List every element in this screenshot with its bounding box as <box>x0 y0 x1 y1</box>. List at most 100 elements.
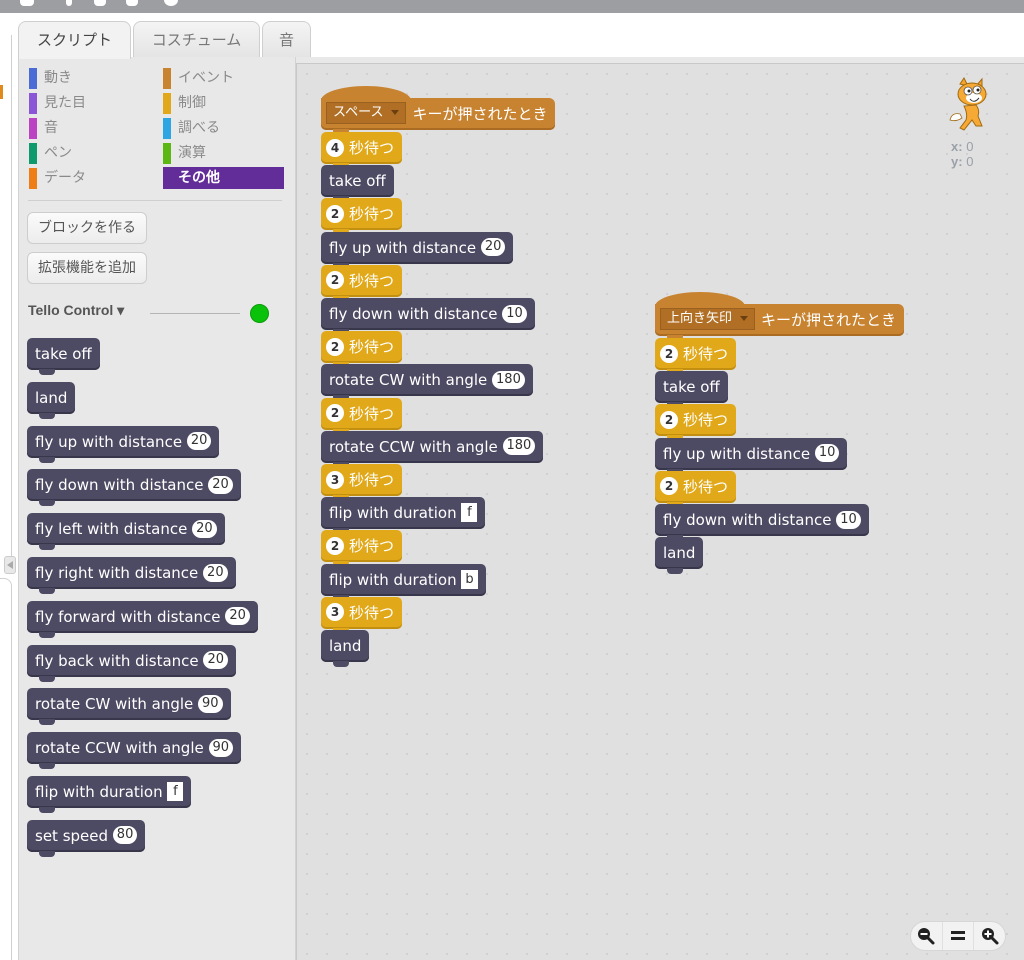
palette-block[interactable]: fly up with distance 20 <box>27 425 220 463</box>
make-block-button[interactable]: ブロックを作る <box>27 212 147 244</box>
drone-command-block[interactable]: take off <box>655 371 728 409</box>
palette-block[interactable]: take off <box>27 338 100 375</box>
wait-block[interactable]: 2 秒待つ <box>321 331 403 369</box>
drone-command-block[interactable]: rotate CW with angle 180 <box>321 364 533 402</box>
zoom-reset-button[interactable] <box>943 922 975 950</box>
tab-sounds[interactable]: 音 <box>262 21 311 58</box>
wait-block[interactable]: 2 秒待つ <box>655 338 737 375</box>
extension-title[interactable]: Tello Control ▾ <box>28 302 124 319</box>
wait-block[interactable]: 2 秒待つ <box>321 264 403 302</box>
palette-block[interactable]: set speed 80 <box>27 819 146 857</box>
key-dropdown[interactable]: スペース <box>326 102 407 124</box>
when-key-pressed-hat-block[interactable]: 上向き矢印 キーが押されたとき <box>655 304 905 341</box>
menu-icon[interactable] <box>94 0 106 6</box>
category-left-2[interactable]: 音 <box>29 117 58 139</box>
wait-seconds-input[interactable]: 2 <box>660 477 678 496</box>
category-left-3[interactable]: ペン <box>29 142 72 164</box>
block-argument-input[interactable]: f <box>167 782 184 801</box>
category-left-1[interactable]: 見た目 <box>29 92 86 114</box>
wait-seconds-input[interactable]: 2 <box>660 410 678 429</box>
block-label: rotate CCW with angle <box>35 739 204 758</box>
palette-block[interactable]: fly back with distance 20 <box>27 644 236 682</box>
block-argument-input[interactable]: 10 <box>502 304 527 323</box>
category-left-4[interactable]: データ <box>29 167 86 189</box>
drone-command-block[interactable]: fly down with distance 10 <box>321 298 535 335</box>
block-argument-input[interactable]: 90 <box>208 738 234 757</box>
drone-command-block[interactable]: flip with duration b <box>321 563 486 601</box>
drone-command-block[interactable]: land <box>321 630 370 667</box>
drone-command-block[interactable]: take off <box>321 165 394 203</box>
drone-command-block[interactable]: fly up with distance 20 <box>321 231 514 269</box>
category-left-0[interactable]: 動き <box>29 67 72 89</box>
drone-command-block[interactable]: land <box>655 537 704 575</box>
tab-scripts[interactable]: スクリプト <box>18 21 131 59</box>
palette-block[interactable]: land <box>27 381 76 419</box>
wait-block[interactable]: 2 秒待つ <box>321 397 403 435</box>
wait-seconds-input[interactable]: 2 <box>326 204 344 223</box>
wait-block[interactable]: 4 秒待つ <box>321 132 403 169</box>
category-right-3[interactable]: 演算 <box>163 142 206 164</box>
wait-block[interactable]: 2 秒待つ <box>321 198 403 236</box>
menu-icon[interactable] <box>126 0 138 6</box>
palette-block[interactable]: rotate CCW with angle 90 <box>27 732 242 770</box>
drone-command-block[interactable]: fly up with distance 10 <box>655 437 848 475</box>
wait-seconds-input[interactable]: 3 <box>326 470 344 489</box>
wait-seconds-input[interactable]: 2 <box>326 404 344 423</box>
block-argument-input[interactable]: 80 <box>112 826 138 845</box>
palette-block[interactable]: fly forward with distance 20 <box>27 600 258 638</box>
palette-block[interactable]: flip with duration f <box>27 776 192 813</box>
block-label: 秒待つ <box>349 338 395 357</box>
block-argument-input[interactable]: 20 <box>208 475 233 494</box>
block-argument-input[interactable]: 10 <box>836 510 861 529</box>
drone-command-block[interactable]: rotate CCW with angle 180 <box>321 430 544 468</box>
block-argument-input[interactable]: 90 <box>198 694 223 713</box>
wait-seconds-input[interactable]: 2 <box>326 536 344 555</box>
block-argument-input[interactable]: f <box>461 503 478 523</box>
tab-costumes[interactable]: コスチューム <box>133 21 260 58</box>
wait-block[interactable]: 3 秒待つ <box>321 464 403 501</box>
palette-block[interactable]: fly left with distance 20 <box>27 513 225 551</box>
palette-block[interactable]: fly down with distance 20 <box>27 469 241 507</box>
block-argument-input[interactable]: 20 <box>192 519 217 538</box>
block-argument-input[interactable]: 20 <box>480 238 506 257</box>
block-argument-input[interactable]: 180 <box>492 370 525 389</box>
menu-icon[interactable] <box>20 0 34 6</box>
block-argument-input[interactable]: 20 <box>203 563 228 582</box>
category-color-swatch <box>163 68 171 89</box>
wait-seconds-input[interactable]: 2 <box>326 271 344 290</box>
key-dropdown[interactable]: 上向き矢印 <box>660 308 756 330</box>
category-right-2[interactable]: 調べる <box>163 117 220 139</box>
zoom-out-button[interactable] <box>911 922 943 950</box>
collapse-stage-button[interactable] <box>4 556 16 574</box>
menu-icon[interactable] <box>66 0 72 6</box>
category-right-0[interactable]: イベント <box>163 67 234 89</box>
drone-command-block[interactable]: flip with duration f <box>321 497 486 535</box>
wait-block[interactable]: 2 秒待つ <box>655 404 737 442</box>
block-argument-input[interactable]: 180 <box>502 437 536 456</box>
zoom-in-button[interactable] <box>974 922 1005 950</box>
block-argument-input[interactable]: b <box>461 569 478 589</box>
wait-seconds-input[interactable]: 3 <box>326 603 344 622</box>
category-right-4[interactable]: その他 <box>163 167 284 189</box>
wait-seconds-input[interactable]: 4 <box>326 138 344 157</box>
wait-block[interactable]: 2 秒待つ <box>655 470 737 508</box>
block-argument-input[interactable]: 20 <box>225 607 250 626</box>
block-argument-input[interactable]: 20 <box>203 651 228 670</box>
wait-block[interactable]: 2 秒待つ <box>321 530 403 568</box>
block-label: rotate CW with angle <box>329 371 488 390</box>
palette-block[interactable]: rotate CW with angle 90 <box>27 688 231 726</box>
wait-seconds-input[interactable]: 2 <box>326 337 344 356</box>
when-key-pressed-hat-block[interactable]: スペース キーが押されたとき <box>321 98 556 135</box>
block-label: flip with duration <box>329 570 457 589</box>
wait-seconds-input[interactable]: 2 <box>660 344 678 363</box>
block-label: 秒待つ <box>349 404 395 423</box>
block-argument-input[interactable]: 10 <box>814 444 840 463</box>
category-right-1[interactable]: 制御 <box>163 92 206 114</box>
sprite-thumbnail-cat-icon <box>949 77 987 131</box>
block-argument-input[interactable]: 20 <box>186 432 212 451</box>
drone-command-block[interactable]: fly down with distance 10 <box>655 504 869 541</box>
help-icon[interactable] <box>164 0 178 6</box>
add-extension-button[interactable]: 拡張機能を追加 <box>27 252 147 284</box>
palette-block[interactable]: fly right with distance 20 <box>27 557 236 594</box>
wait-block[interactable]: 3 秒待つ <box>321 596 403 634</box>
